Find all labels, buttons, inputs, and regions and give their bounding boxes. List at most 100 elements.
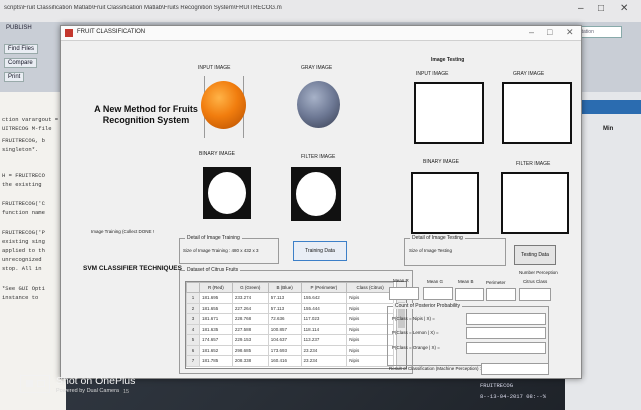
- row-number: 1: [186, 292, 200, 304]
- table-cell[interactable]: 181.695: [199, 292, 233, 304]
- table-cell[interactable]: 298.685: [231, 344, 269, 356]
- code-line: H = FRUITRECO: [2, 172, 45, 179]
- figure-title: FRUIT CLASSIFICATION: [77, 29, 146, 35]
- binary-image-axes: [203, 167, 251, 219]
- table-cell[interactable]: 57.113: [267, 292, 302, 304]
- row-number: 7: [186, 355, 200, 367]
- training-detail-group: Detail of Image Training Size of Image T…: [179, 235, 279, 264]
- matlab-window-title: scripts\Fruit Classification Matlab\Frui…: [4, 5, 282, 11]
- row-number: 6: [186, 344, 200, 356]
- testing-data-button[interactable]: Testing Data: [514, 245, 556, 265]
- find-files-button[interactable]: Find Files: [4, 44, 39, 54]
- table-row[interactable]: 4 181.635 227.588 100.857 118.114 Nipis: [186, 323, 394, 335]
- code-line: existing sing: [2, 238, 45, 245]
- perimeter-label: Perimeter: [486, 280, 506, 285]
- table-row[interactable]: 3 181.671 228.768 72.636 117.023 Nipis: [186, 313, 394, 325]
- code-line: the existing: [2, 181, 42, 188]
- table-cell[interactable]: 233.274: [231, 292, 269, 304]
- code-line: unrecognized: [2, 256, 42, 263]
- print-button[interactable]: Print: [4, 72, 25, 82]
- compare-button[interactable]: Compare: [4, 58, 37, 68]
- table-cell[interactable]: 181.635: [199, 323, 233, 335]
- code-line: FRUITRECOG, b: [2, 137, 45, 144]
- maximize-icon[interactable]: □: [598, 3, 604, 14]
- row-number: 4: [186, 323, 200, 335]
- table-cell[interactable]: 155.444: [300, 302, 348, 314]
- dataset-table[interactable]: R (Red) G (Green) B (Blue) P (Perimeter)…: [185, 281, 407, 369]
- table-row[interactable]: 1 181.695 233.274 57.113 155.642 Nipis: [186, 292, 394, 304]
- prob-orange-field[interactable]: [466, 342, 546, 354]
- close-icon[interactable]: ✕: [620, 3, 628, 14]
- table-cell[interactable]: 181.671: [199, 313, 233, 325]
- oneplus-camera-logo: [20, 375, 50, 393]
- prob-nipis-field[interactable]: [466, 313, 546, 325]
- training-size-text: Size of Image Training : 480 x 432 x 3: [183, 248, 259, 253]
- table-cell[interactable]: 160.416: [267, 355, 302, 367]
- table-cell[interactable]: 118.114: [300, 323, 348, 335]
- image-testing-header: Image Testing: [431, 57, 465, 63]
- table-cell[interactable]: 23.234: [300, 355, 348, 367]
- prob-lemon-field[interactable]: [466, 327, 546, 339]
- column-header[interactable]: Class (Citrus): [346, 282, 394, 293]
- input-image-label: INPUT IMAGE: [198, 65, 231, 71]
- editor-window: ction varargout = F UITRECOG M-file FRUI…: [0, 92, 66, 410]
- test-filter-image-axes: [501, 172, 569, 234]
- code-line: *See GUI Opti: [2, 285, 45, 292]
- code-line: UITRECOG M-file: [2, 125, 52, 132]
- table-cell[interactable]: 228.768: [231, 313, 269, 325]
- code-line: FRUITRECOG('C: [2, 200, 45, 207]
- training-data-button[interactable]: Training Data: [293, 241, 347, 261]
- table-cell[interactable]: Nipis: [346, 292, 394, 304]
- maximize-icon[interactable]: □: [547, 27, 552, 37]
- history-line: 8--13-04-2017 08:--%: [480, 393, 547, 400]
- test-binary-image-axes: [411, 172, 479, 234]
- table-cell[interactable]: 117.023: [300, 313, 348, 325]
- table-corner: [186, 282, 200, 293]
- code-line: instance to: [2, 294, 39, 301]
- table-cell[interactable]: 181.652: [199, 344, 233, 356]
- table-cell[interactable]: 23.234: [300, 344, 348, 356]
- table-cell[interactable]: 155.642: [300, 292, 348, 304]
- gray-image-label: GRAY IMAGE: [301, 65, 333, 71]
- binary-image-label: BINARY IMAGE: [199, 151, 235, 157]
- table-row[interactable]: 7 181.785 208.338 160.416 23.234 Nipis: [186, 355, 394, 367]
- table-cell[interactable]: 181.785: [199, 355, 233, 367]
- table-cell[interactable]: 174.657: [199, 334, 233, 346]
- table-row[interactable]: 5 174.657 229.153 104.637 113.237 Nipis: [186, 334, 394, 346]
- column-header[interactable]: B (Blue): [267, 282, 302, 293]
- table-cell[interactable]: 72.636: [267, 313, 302, 325]
- filter-image-axes: [291, 167, 341, 221]
- mean-g-field[interactable]: [423, 287, 453, 300]
- mean-b-field[interactable]: [455, 288, 484, 301]
- test-input-image-axes: [414, 82, 484, 144]
- code-line: ction varargout = F: [2, 116, 65, 123]
- table-row[interactable]: 2 181.655 227.264 57.113 155.444 Nipis: [186, 302, 394, 314]
- table-cell[interactable]: 208.338: [231, 355, 269, 367]
- fruit-classification-window: FRUIT CLASSIFICATION – □ ✕ A New Method …: [60, 25, 582, 379]
- minimize-icon[interactable]: –: [529, 27, 534, 37]
- column-header[interactable]: R (Red): [199, 282, 233, 293]
- row-number: 5: [186, 334, 200, 346]
- table-cell[interactable]: 104.637: [267, 334, 302, 346]
- table-cell[interactable]: 229.153: [231, 334, 269, 346]
- tab-publish[interactable]: PUBLISH: [6, 25, 32, 31]
- table-cell[interactable]: 227.264: [231, 302, 269, 314]
- table-row[interactable]: 6 181.652 298.685 173.693 23.234 Nipis: [186, 344, 394, 356]
- testing-detail-title: Detail of Image Testing: [410, 235, 465, 241]
- minimize-icon[interactable]: –: [578, 3, 584, 14]
- table-cell[interactable]: 113.237: [300, 334, 348, 346]
- perimeter-field[interactable]: [486, 288, 516, 301]
- table-cell[interactable]: 57.113: [267, 302, 302, 314]
- table-cell[interactable]: 100.857: [267, 323, 302, 335]
- result-field[interactable]: [481, 363, 549, 375]
- table-cell[interactable]: 181.655: [199, 302, 233, 314]
- mean-r-field[interactable]: [389, 287, 419, 300]
- prob-lemon-label: P(Class = Lemon | X) =: [392, 330, 439, 335]
- column-header[interactable]: G (Green): [231, 282, 269, 293]
- table-cell[interactable]: 227.588: [231, 323, 269, 335]
- table-cell[interactable]: 173.693: [267, 344, 302, 356]
- column-header[interactable]: P (Perimeter): [300, 282, 348, 293]
- number-perception-label: Number Perception: [519, 270, 558, 275]
- citrus-class-field[interactable]: [519, 288, 551, 301]
- close-icon[interactable]: ✕: [566, 27, 574, 38]
